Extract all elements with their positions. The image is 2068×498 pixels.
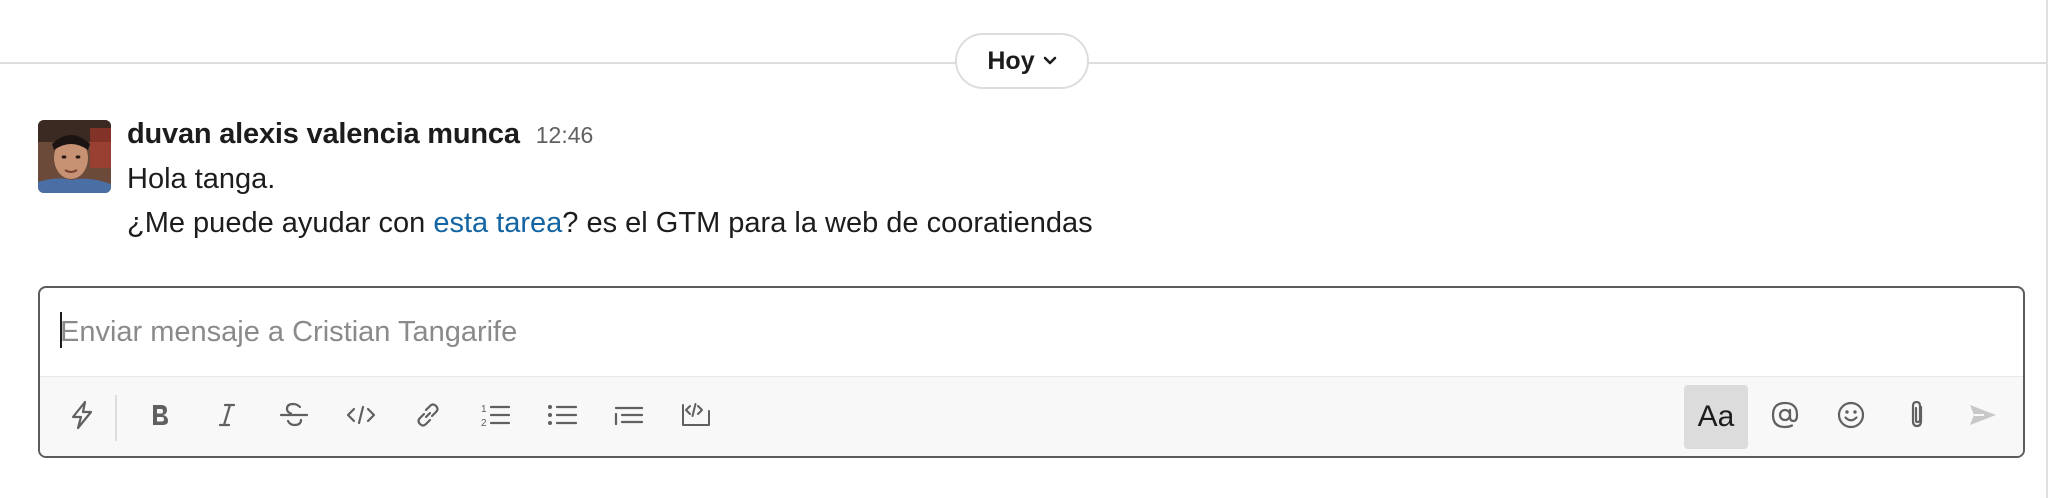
text-caret <box>60 312 62 348</box>
date-label: Hoy <box>987 46 1035 75</box>
send-icon <box>1968 402 1998 433</box>
avatar[interactable] <box>38 120 111 193</box>
message-text-before-link: ¿Me puede ayudar con <box>127 207 434 239</box>
strikethrough-button[interactable] <box>270 393 318 441</box>
message-timestamp[interactable]: 12:46 <box>536 122 594 149</box>
code-button[interactable] <box>337 393 385 441</box>
blockquote-button[interactable] <box>605 393 653 441</box>
pane-divider[interactable] <box>2046 0 2048 498</box>
italic-button[interactable] <box>203 393 251 441</box>
bold-button[interactable] <box>136 393 184 441</box>
code-block-icon <box>680 401 712 434</box>
mention-icon <box>1770 400 1800 435</box>
message-input[interactable]: Enviar mensaje a Cristian Tangarife <box>60 316 517 349</box>
composer-toolbar: 1 2 Aa <box>40 376 2023 456</box>
toolbar-separator <box>115 395 117 441</box>
code-block-button[interactable] <box>672 393 720 441</box>
emoji-icon <box>1836 400 1866 435</box>
bold-icon <box>149 402 171 433</box>
message-text-after-link: ? es el GTM para la web de cooratiendas <box>562 207 1093 239</box>
strikethrough-icon <box>279 401 309 434</box>
conversation-view: Hoy duvan alexis valencia munca 12:46 Ho… <box>0 0 2068 498</box>
bulleted-list-button[interactable] <box>538 393 586 441</box>
message-author[interactable]: duvan alexis valencia munca <box>127 118 520 151</box>
message-text-line-1: Hola tanga. <box>127 163 276 195</box>
link-icon <box>414 401 442 434</box>
shortcuts-button[interactable] <box>58 393 106 441</box>
link-button[interactable] <box>404 393 452 441</box>
ordered-list-button[interactable]: 1 2 <box>471 393 519 441</box>
italic-icon <box>217 402 237 433</box>
message-text-line-2: ¿Me puede ayudar con esta tarea? es el G… <box>127 207 1093 240</box>
date-divider-button[interactable]: Hoy <box>955 33 1089 89</box>
chevron-down-icon <box>1043 56 1057 66</box>
attachment-button[interactable] <box>1893 393 1941 441</box>
lightning-icon <box>69 400 95 435</box>
blockquote-icon <box>613 402 645 433</box>
mention-button[interactable] <box>1761 393 1809 441</box>
emoji-button[interactable] <box>1827 393 1875 441</box>
formatting-toggle-button[interactable]: Aa <box>1684 385 1748 449</box>
message-composer[interactable]: Enviar mensaje a Cristian Tangarife 1 2 … <box>38 286 2025 458</box>
svg-text:1: 1 <box>481 404 487 415</box>
message-header: duvan alexis valencia munca 12:46 <box>127 118 593 151</box>
send-button[interactable] <box>1959 393 2007 441</box>
code-icon <box>346 404 376 431</box>
bulleted-list-icon <box>546 402 578 433</box>
attachment-icon <box>1906 399 1928 436</box>
message-link[interactable]: esta tarea <box>433 207 562 239</box>
ordered-list-icon: 1 2 <box>479 401 511 434</box>
svg-text:2: 2 <box>481 418 487 429</box>
